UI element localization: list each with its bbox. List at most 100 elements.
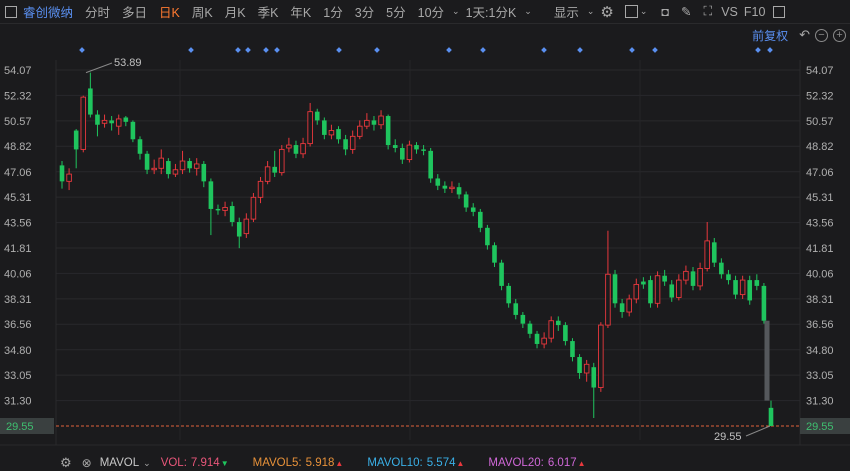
candle: [683, 265, 689, 285]
candle: [257, 177, 264, 204]
y-tick-label-left: 47.06: [4, 167, 32, 179]
candle-body: [378, 115, 384, 126]
candle: [654, 271, 661, 308]
y-tick-label-left: 36.56: [4, 319, 32, 331]
settings-icon[interactable]: ⚙: [60, 455, 72, 471]
candle-body: [101, 119, 108, 124]
min-price-label: 29.55: [714, 431, 742, 443]
min-leader: [745, 425, 771, 437]
y-tick-label-right: 43.56: [806, 218, 834, 230]
candle-body: [499, 262, 504, 286]
event-marker: [263, 47, 269, 53]
candle-body: [343, 139, 348, 150]
candle: [130, 120, 136, 143]
close-icon[interactable]: ⊗: [82, 456, 92, 470]
current-price-label-right: 29.55: [806, 421, 834, 433]
candle: [520, 312, 526, 328]
event-marker: [446, 47, 452, 53]
candle-body: [314, 111, 320, 121]
candle: [704, 222, 710, 272]
y-tick-label-left: 41.81: [4, 243, 32, 255]
y-tick-label-left: 40.06: [4, 268, 32, 280]
chevron-down-icon[interactable]: ⌄: [143, 458, 151, 469]
candle: [690, 267, 696, 291]
candle: [144, 150, 150, 175]
candle-body: [556, 320, 561, 326]
candle: [336, 126, 341, 144]
candle-body: [739, 279, 746, 296]
candle: [349, 130, 356, 154]
candle: [761, 282, 767, 324]
candle-body: [66, 173, 72, 182]
candle-body: [80, 96, 87, 150]
candle-body: [349, 135, 356, 150]
y-tick-label-right: 40.06: [806, 268, 834, 280]
candle: [343, 134, 348, 156]
candle-body: [201, 163, 207, 182]
candle: [499, 259, 504, 291]
candle: [172, 163, 179, 178]
candle-body: [605, 273, 611, 326]
candle-body: [435, 178, 441, 186]
candle: [243, 213, 250, 238]
candle-body: [137, 139, 143, 154]
candle-body: [747, 280, 753, 301]
candle-body: [583, 363, 590, 374]
event-marker: [188, 47, 194, 53]
candle-body: [626, 298, 632, 313]
candle-body: [527, 323, 533, 334]
candle: [101, 114, 108, 128]
candle-body: [293, 145, 299, 154]
candle-body: [166, 161, 171, 175]
mavol10-value: 5.574: [426, 457, 456, 469]
vol-label: VOL:: [160, 457, 187, 469]
candle-body: [591, 367, 597, 388]
candle: [357, 120, 363, 140]
candle: [328, 124, 335, 140]
candle-body: [208, 181, 214, 209]
candle-body: [357, 125, 363, 137]
candlestick-chart[interactable]: 54.07 52.32 50.57 48.82 47.06 45.31 43.56 41.81…: [0, 0, 850, 455]
candle: [73, 129, 79, 169]
candle-body: [95, 114, 100, 125]
candle-body: [654, 275, 661, 304]
candle: [193, 158, 200, 176]
indicator-name[interactable]: MAVOL: [100, 457, 139, 469]
candle-body: [115, 118, 122, 127]
candle-body: [619, 303, 625, 313]
candle: [733, 275, 738, 299]
event-marker: [274, 47, 280, 53]
candle: [442, 181, 448, 193]
candle-body: [229, 206, 235, 223]
candle: [739, 275, 746, 299]
mavol20-value: 6.017: [547, 457, 577, 469]
candle-body: [364, 119, 370, 127]
event-marker: [235, 47, 241, 53]
mavol20-label: MAVOL20:: [488, 457, 544, 469]
candle: [307, 102, 313, 147]
candle: [449, 181, 455, 193]
candle-body: [222, 207, 228, 211]
candle: [612, 269, 618, 308]
candle: [250, 192, 257, 223]
candle: [378, 110, 384, 130]
y-tick-label-left: 52.32: [4, 90, 32, 102]
candle-body: [272, 166, 277, 173]
candle: [80, 95, 87, 153]
candle-body: [215, 208, 221, 211]
candle-body: [754, 280, 760, 286]
candle: [314, 108, 320, 125]
candle: [662, 269, 667, 286]
candle-body: [541, 337, 547, 345]
candle: [95, 110, 100, 137]
candle-body: [179, 160, 186, 171]
candle-body: [676, 279, 682, 298]
y-tick-label-left: 54.07: [4, 65, 32, 77]
up-arrow-icon: ▲: [577, 458, 586, 468]
event-marker: [374, 47, 380, 53]
candle-body: [328, 130, 335, 136]
candle: [598, 322, 604, 392]
down-arrow-icon: ▼: [220, 458, 229, 468]
candle: [59, 161, 65, 189]
candle: [187, 158, 192, 173]
